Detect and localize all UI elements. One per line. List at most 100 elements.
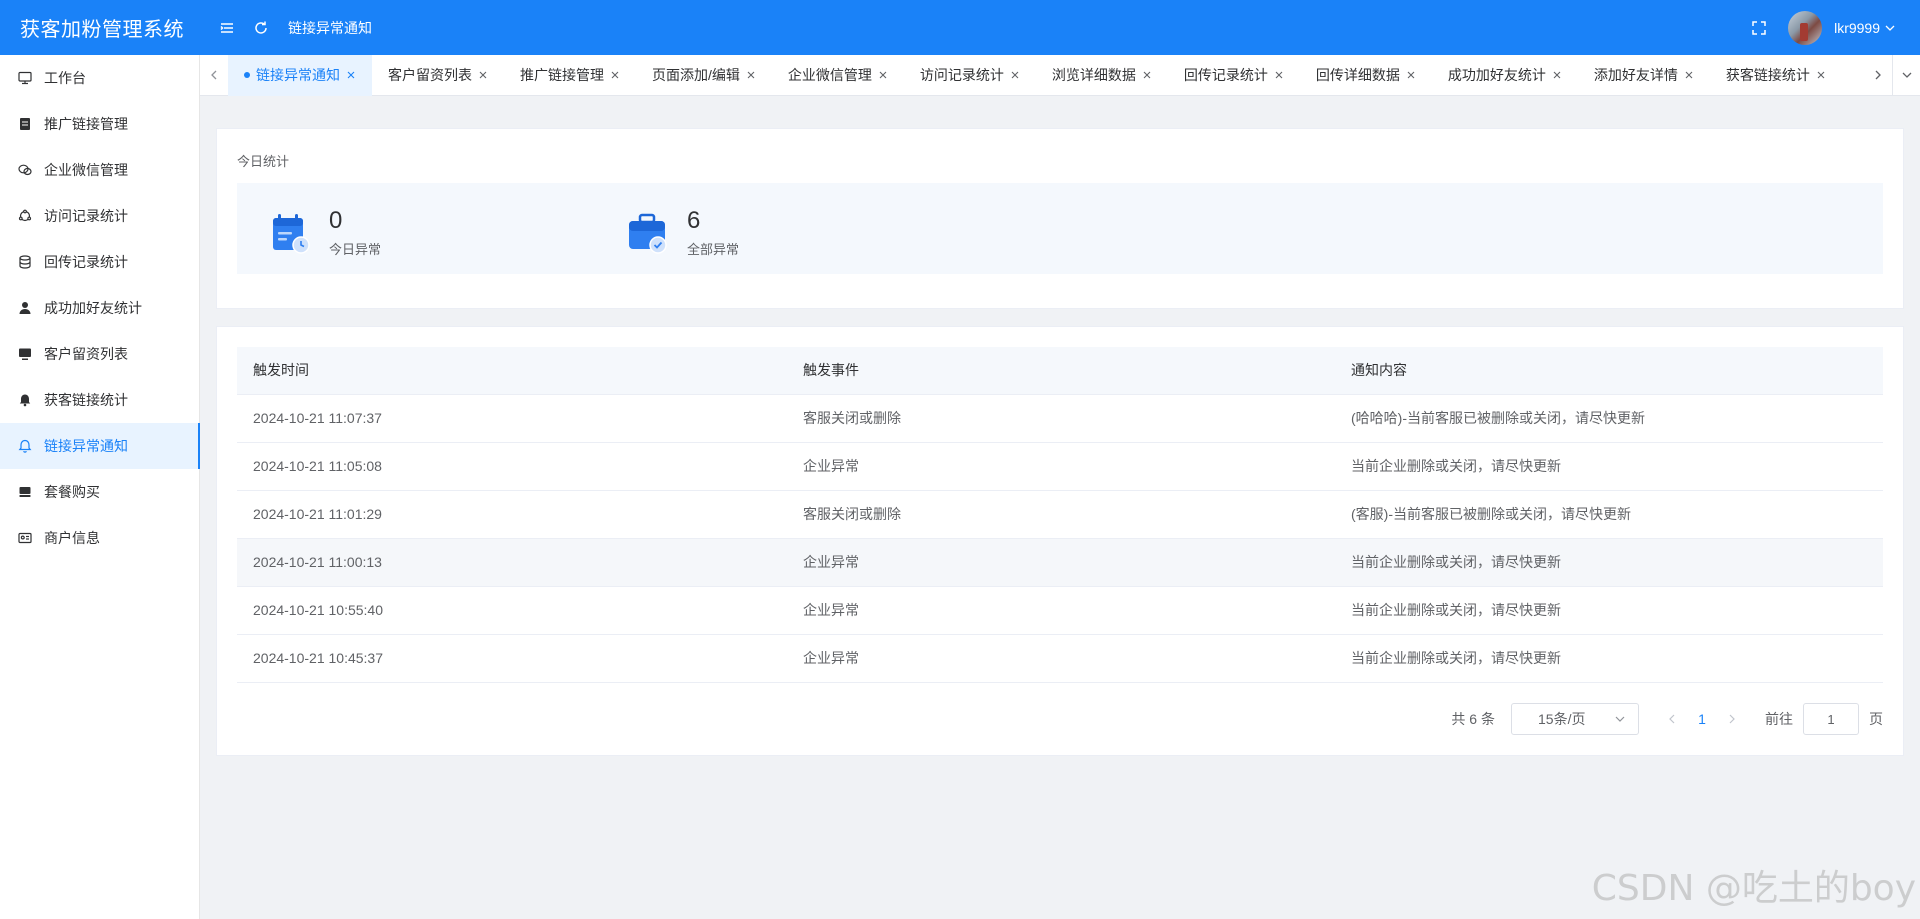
tab-item[interactable]: 客户留资列表 <box>372 55 504 96</box>
close-icon[interactable] <box>1142 70 1152 80</box>
sidebar-item-friend-stats[interactable]: 成功加好友统计 <box>0 285 199 331</box>
sidebar-item-acquisition-stats[interactable]: 获客链接统计 <box>0 377 199 423</box>
chat-icon <box>18 164 32 176</box>
sidebar-item-label: 推广链接管理 <box>44 116 128 132</box>
tab-item[interactable]: 回传详细数据 <box>1300 55 1432 96</box>
document-icon <box>20 118 30 130</box>
tab-item[interactable]: 页面添加/编辑 <box>636 55 772 96</box>
sidebar-item-wecom[interactable]: 企业微信管理 <box>0 147 199 193</box>
close-icon[interactable] <box>346 70 356 80</box>
username[interactable]: lkr9999 <box>1834 20 1880 36</box>
tabs-dropdown-button[interactable] <box>1892 54 1920 96</box>
sidebar-item-label: 获客链接统计 <box>44 392 128 408</box>
sidebar-item-plan-purchase[interactable]: 套餐购买 <box>0 469 199 515</box>
table-row[interactable]: 2024-10-21 11:01:29 客服关闭或删除 (客服)-当前客服已被删… <box>237 490 1883 539</box>
today-exception-label: 今日异常 <box>329 242 382 257</box>
table-row[interactable]: 2024-10-21 10:55:40 企业异常 当前企业删除或关闭，请尽快更新 <box>237 586 1883 635</box>
tab-item[interactable]: 回传记录统计 <box>1168 55 1300 96</box>
bell-icon <box>18 439 32 453</box>
refresh-button[interactable] <box>246 13 276 43</box>
cell-trigger-time: 2024-10-21 11:00:13 <box>237 538 787 587</box>
cell-notice-content: 当前企业删除或关闭，请尽快更新 <box>1335 538 1883 587</box>
cell-trigger-time: 2024-10-21 10:45:37 <box>237 634 787 683</box>
close-icon[interactable] <box>1816 70 1826 80</box>
sidebar-item-label: 套餐购买 <box>44 484 100 500</box>
tab-item[interactable]: 获客链接统计 <box>1710 55 1842 96</box>
database-icon <box>19 255 31 269</box>
sidebar-item-workbench[interactable]: 工作台 <box>0 55 199 101</box>
sidebar-item-label: 企业微信管理 <box>44 162 128 178</box>
screen-icon <box>19 348 31 360</box>
chevron-down-icon <box>1902 72 1911 78</box>
sidebar-item-label: 访问记录统计 <box>44 208 128 224</box>
active-dot <box>244 72 250 78</box>
close-icon[interactable] <box>610 70 620 80</box>
cell-trigger-time: 2024-10-21 11:05:08 <box>237 442 787 491</box>
table-header-row: 触发时间 触发事件 通知内容 <box>237 347 1883 395</box>
pagination: 共 6 条 15条/页 1 前往 页 <box>1451 703 1883 735</box>
tab-item[interactable]: 成功加好友统计 <box>1432 55 1578 96</box>
cell-notice-content: (哈哈哈)-当前客服已被删除或关闭，请尽快更新 <box>1335 394 1883 443</box>
close-icon[interactable] <box>878 70 888 80</box>
fullscreen-button[interactable] <box>1744 13 1774 43</box>
tab-label: 获客链接统计 <box>1725 67 1810 83</box>
tabs-scroll-left-button[interactable] <box>200 55 228 96</box>
close-icon[interactable] <box>478 70 488 80</box>
sidebar-item-merchant-info[interactable]: 商户信息 <box>0 515 199 561</box>
sidebar-item-label: 回传记录统计 <box>44 254 128 270</box>
sidebar-item-link-alerts[interactable]: 链接异常通知 <box>0 423 200 469</box>
page-number-current[interactable]: 1 <box>1687 711 1717 727</box>
sidebar-item-label: 商户信息 <box>44 530 100 546</box>
chevron-down-icon[interactable] <box>1884 22 1896 34</box>
cycle-icon <box>18 209 32 222</box>
user-icon <box>19 302 31 314</box>
cell-trigger-event: 企业异常 <box>787 538 1335 587</box>
all-exception-label: 全部异常 <box>687 242 740 257</box>
sidebar-item-visit-stats[interactable]: 访问记录统计 <box>0 193 199 239</box>
menu-fold-icon <box>220 22 233 33</box>
goto-label: 前往 <box>1765 711 1793 727</box>
column-header-trigger-event: 触发事件 <box>787 347 1335 395</box>
sidebar-item-promo-links[interactable]: 推广链接管理 <box>0 101 199 147</box>
chevron-right-icon <box>1729 714 1735 724</box>
calendar-clock-icon <box>273 213 310 254</box>
close-icon[interactable] <box>746 70 756 80</box>
table-row[interactable]: 2024-10-21 11:07:37 客服关闭或删除 (哈哈哈)-当前客服已被… <box>237 394 1883 443</box>
tab-label: 企业微信管理 <box>787 67 872 83</box>
all-exception-count: 6 <box>687 207 701 234</box>
tab-item[interactable]: 添加好友详情 <box>1578 55 1710 96</box>
chevron-down-icon <box>1615 716 1625 722</box>
bell-filled-icon <box>19 394 31 407</box>
table-row[interactable]: 2024-10-21 11:00:13 企业异常 当前企业删除或关闭，请尽快更新 <box>237 538 1883 587</box>
close-icon[interactable] <box>1406 70 1416 80</box>
tab-item[interactable]: 浏览详细数据 <box>1036 55 1168 96</box>
avatar[interactable] <box>1788 10 1823 45</box>
page-size-select[interactable]: 15条/页 <box>1511 703 1639 735</box>
sidebar-item-callback-stats[interactable]: 回传记录统计 <box>0 239 199 285</box>
tab-item[interactable]: 推广链接管理 <box>504 55 636 96</box>
next-page-button[interactable] <box>1717 705 1747 733</box>
tab-item[interactable]: 访问记录统计 <box>904 55 1036 96</box>
cell-trigger-event: 客服关闭或删除 <box>787 394 1335 443</box>
tab-item[interactable]: 链接异常通知 <box>228 54 372 96</box>
tab-label: 回传详细数据 <box>1315 67 1400 83</box>
top-header: 获客加粉管理系统 链接异常通知 lkr9999 <box>0 0 1920 55</box>
tab-item[interactable]: 企业微信管理 <box>772 55 904 96</box>
close-icon[interactable] <box>1684 70 1694 80</box>
cell-notice-content: 当前企业删除或关闭，请尽快更新 <box>1335 634 1883 683</box>
tabs-scroll-right-button[interactable] <box>1864 55 1892 96</box>
table-row[interactable]: 2024-10-21 10:45:37 企业异常 当前企业删除或关闭，请尽快更新 <box>237 634 1883 683</box>
table-row[interactable]: 2024-10-21 11:05:08 企业异常 当前企业删除或关闭，请尽快更新 <box>237 442 1883 491</box>
goto-page-input[interactable] <box>1803 703 1859 735</box>
sidebar-item-customer-leads[interactable]: 客户留资列表 <box>0 331 199 377</box>
close-icon[interactable] <box>1010 70 1020 80</box>
cell-trigger-event: 企业异常 <box>787 442 1335 491</box>
close-icon[interactable] <box>1552 70 1562 80</box>
close-icon[interactable] <box>1274 70 1284 80</box>
prev-page-button[interactable] <box>1657 705 1687 733</box>
refresh-icon <box>255 21 267 34</box>
cell-notice-content: (客服)-当前客服已被删除或关闭，请尽快更新 <box>1335 490 1883 539</box>
cell-notice-content: 当前企业删除或关闭，请尽快更新 <box>1335 442 1883 491</box>
menu-toggle-button[interactable] <box>212 13 242 43</box>
fullscreen-icon <box>1752 20 1766 35</box>
